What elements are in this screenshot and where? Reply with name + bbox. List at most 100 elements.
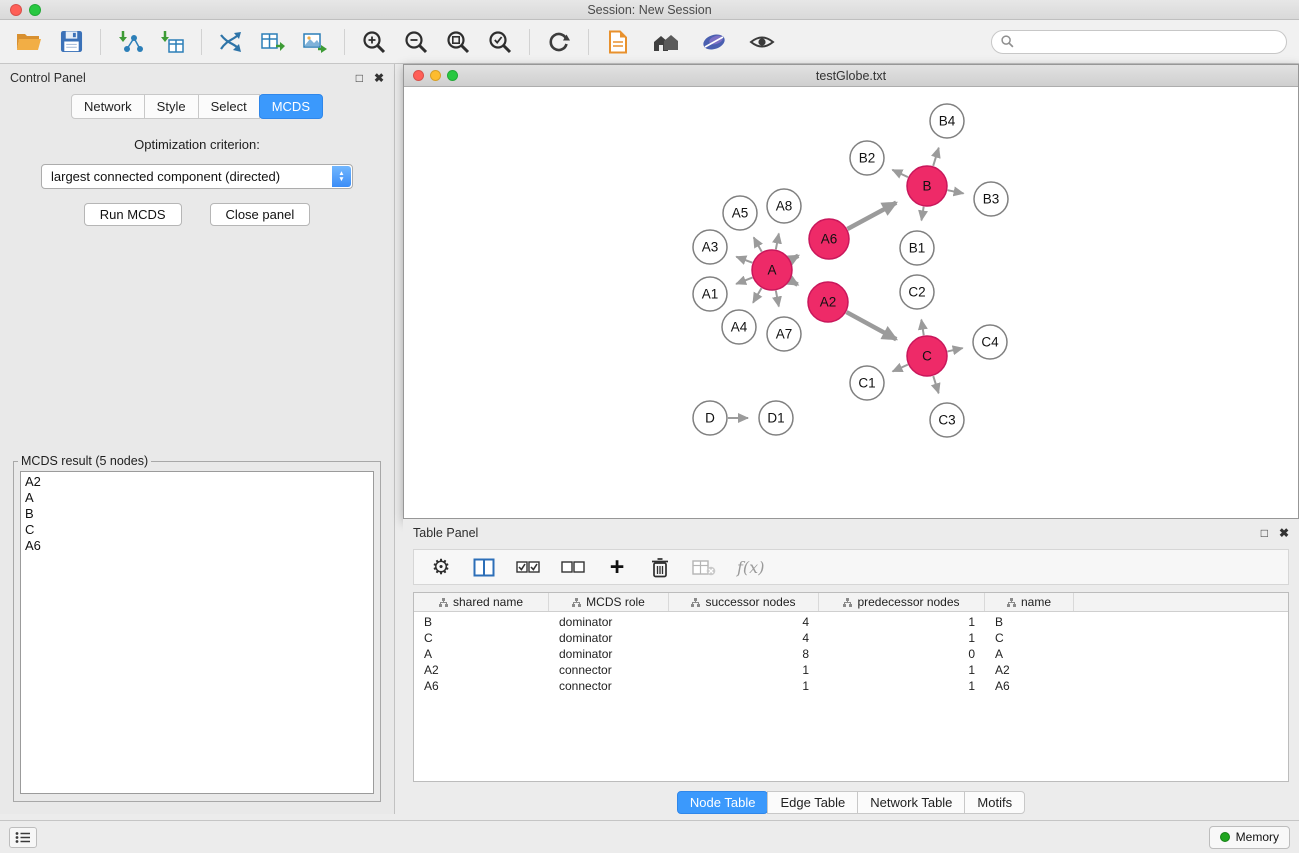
network-window-titlebar[interactable]: testGlobe.txt	[404, 65, 1298, 87]
result-item[interactable]: C	[25, 522, 369, 538]
task-history-button[interactable]	[9, 827, 37, 848]
graph-node-A2[interactable]: A2	[808, 282, 848, 322]
deselect-all-rows-button[interactable]	[561, 554, 585, 580]
table-row[interactable]: Adominator80A	[414, 646, 1288, 662]
float-panel-icon[interactable]: □	[356, 72, 363, 84]
graph-node-A7[interactable]: A7	[767, 317, 801, 351]
table-settings-button[interactable]: ⚙	[430, 554, 452, 580]
graph-node-A5[interactable]: A5	[723, 196, 757, 230]
close-window-button[interactable]	[10, 4, 22, 16]
close-panel-icon[interactable]: ✖	[374, 72, 384, 84]
toolbar-search[interactable]	[991, 30, 1287, 54]
tab-style[interactable]: Style	[144, 94, 199, 119]
graph-edge-A-A4[interactable]	[753, 288, 761, 303]
tab-network-table[interactable]: Network Table	[857, 791, 965, 814]
help-button[interactable]	[697, 26, 731, 58]
graph-edge-B-B3[interactable]	[948, 190, 964, 193]
graph-edge-A-A8[interactable]	[776, 234, 779, 250]
criterion-dropdown[interactable]: largest connected component (directed) ▲…	[41, 164, 353, 189]
graph-node-C4[interactable]: C4	[973, 325, 1007, 359]
node-table[interactable]: shared nameMCDS rolesuccessor nodesprede…	[413, 592, 1289, 782]
graph-node-C2[interactable]: C2	[900, 275, 934, 309]
graph-node-A4[interactable]: A4	[722, 310, 756, 344]
graph-node-A3[interactable]: A3	[693, 230, 727, 264]
graph-edge-A-A5[interactable]	[754, 237, 762, 251]
table-row[interactable]: A6connector11A6	[414, 678, 1288, 694]
graph-edge-A-A7[interactable]	[776, 291, 779, 307]
table-row[interactable]: Bdominator41B	[414, 614, 1288, 630]
mcds-result-list[interactable]: A2ABCA6	[20, 471, 374, 794]
graph-edge-A-A3[interactable]	[736, 257, 752, 263]
tab-node-table[interactable]: Node Table	[677, 791, 769, 814]
graph-node-C3[interactable]: C3	[930, 403, 964, 437]
graph-edge-C-C3[interactable]	[933, 376, 938, 393]
import-network-button[interactable]	[113, 26, 147, 58]
import-table-button[interactable]	[155, 26, 189, 58]
float-table-panel-icon[interactable]: □	[1261, 527, 1268, 539]
network-canvas[interactable]: B4B2BB3A8A5A6A3B1AC2A1A2A4A7C4CC1C3DD1	[404, 87, 1298, 518]
export-image-button[interactable]	[298, 26, 332, 58]
save-session-button[interactable]	[54, 26, 88, 58]
close-panel-button[interactable]: Close panel	[210, 203, 311, 226]
graph-node-B4[interactable]: B4	[930, 104, 964, 138]
report-bug-button[interactable]	[601, 26, 635, 58]
close-table-panel-icon[interactable]: ✖	[1279, 527, 1289, 539]
tab-motifs[interactable]: Motifs	[964, 791, 1025, 814]
graph-node-B1[interactable]: B1	[900, 231, 934, 265]
graph-edge-B-B2[interactable]	[892, 170, 908, 177]
graph-edge-B-B1[interactable]	[921, 207, 923, 221]
network-fullscreen-button[interactable]	[447, 70, 458, 81]
graph-node-A1[interactable]: A1	[693, 277, 727, 311]
result-item[interactable]: A2	[25, 474, 369, 490]
tab-network[interactable]: Network	[71, 94, 145, 119]
graph-node-D[interactable]: D	[693, 401, 727, 435]
fullscreen-window-button[interactable]	[29, 4, 41, 16]
graph-node-A6[interactable]: A6	[809, 219, 849, 259]
add-column-button[interactable]: +	[606, 554, 628, 580]
graph-edge-A-A6[interactable]	[790, 256, 798, 260]
zoom-in-button[interactable]	[357, 26, 391, 58]
memory-button[interactable]: Memory	[1209, 826, 1290, 849]
delete-table-button[interactable]	[692, 554, 716, 580]
graph-node-B[interactable]: B	[907, 166, 947, 206]
graph-node-C1[interactable]: C1	[850, 366, 884, 400]
column-header-mcds-role[interactable]: MCDS role	[549, 593, 669, 611]
new-network-from-selection-button[interactable]	[214, 26, 248, 58]
result-item[interactable]: B	[25, 506, 369, 522]
tab-mcds[interactable]: MCDS	[259, 94, 323, 119]
graph-node-B2[interactable]: B2	[850, 141, 884, 175]
column-header-name[interactable]: name	[985, 593, 1074, 611]
graph-node-D1[interactable]: D1	[759, 401, 793, 435]
graph-edge-C-C4[interactable]	[947, 348, 962, 351]
search-input[interactable]	[1019, 35, 1277, 49]
graph-edge-A2-C[interactable]	[846, 312, 896, 339]
graph-edge-A6-B[interactable]	[847, 203, 896, 229]
graph-node-C[interactable]: C	[907, 336, 947, 376]
home-button[interactable]	[649, 26, 683, 58]
column-header-successor-nodes[interactable]: successor nodes	[669, 593, 819, 611]
column-header-shared-name[interactable]: shared name	[414, 593, 549, 611]
function-builder-button[interactable]: f(x)	[737, 554, 764, 580]
graph-edge-A-A1[interactable]	[736, 278, 752, 284]
column-header-predecessor-nodes[interactable]: predecessor nodes	[819, 593, 985, 611]
show-hide-button[interactable]	[745, 26, 779, 58]
network-graph[interactable]: B4B2BB3A8A5A6A3B1AC2A1A2A4A7C4CC1C3DD1	[404, 87, 1298, 519]
tab-edge-table[interactable]: Edge Table	[767, 791, 858, 814]
network-minimize-button[interactable]	[430, 70, 441, 81]
table-row[interactable]: A2connector11A2	[414, 662, 1288, 678]
open-session-button[interactable]	[12, 26, 46, 58]
show-columns-button[interactable]	[473, 554, 495, 580]
zoom-fit-button[interactable]	[441, 26, 475, 58]
export-table-button[interactable]	[256, 26, 290, 58]
delete-column-button[interactable]	[649, 554, 671, 580]
apply-layout-button[interactable]	[542, 26, 576, 58]
graph-node-B3[interactable]: B3	[974, 182, 1008, 216]
graph-edge-C-C1[interactable]	[893, 365, 908, 372]
graph-edge-C-C2[interactable]	[921, 320, 923, 336]
network-close-button[interactable]	[413, 70, 424, 81]
table-row[interactable]: Cdominator41C	[414, 630, 1288, 646]
zoom-selected-button[interactable]	[483, 26, 517, 58]
run-mcds-button[interactable]: Run MCDS	[84, 203, 182, 226]
select-all-rows-button[interactable]	[516, 554, 540, 580]
graph-edge-B-B4[interactable]	[933, 148, 939, 166]
